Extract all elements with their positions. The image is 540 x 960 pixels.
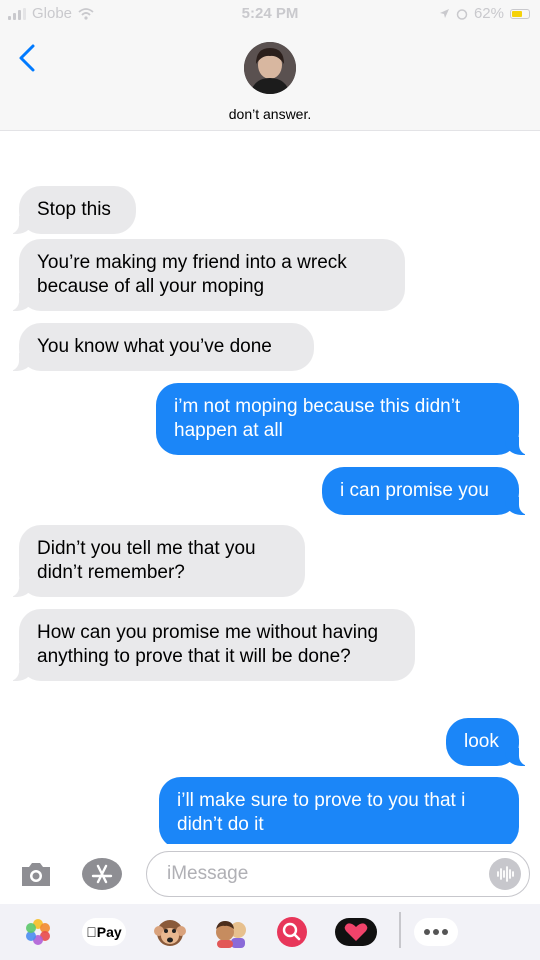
outgoing-message[interactable]: i’ll make sure to prove to you that i di… bbox=[159, 777, 519, 849]
drawer-divider bbox=[399, 912, 401, 948]
battery-icon bbox=[510, 8, 530, 19]
photos-icon[interactable] bbox=[16, 916, 60, 948]
compose-bar: iMessage bbox=[0, 844, 540, 904]
message-placeholder: iMessage bbox=[167, 863, 249, 884]
app-store-icon[interactable] bbox=[82, 858, 122, 890]
alarm-icon bbox=[456, 8, 468, 20]
incoming-message[interactable]: You know what you’ve done bbox=[5, 323, 314, 371]
contact-name[interactable]: don’t answer. bbox=[0, 106, 540, 122]
incoming-message[interactable]: Stop this bbox=[5, 186, 136, 234]
memoji-icon[interactable] bbox=[206, 916, 250, 948]
battery-percent: 62% bbox=[473, 5, 504, 22]
camera-icon[interactable] bbox=[19, 860, 53, 888]
apple-logo-icon:  bbox=[86, 924, 97, 940]
outgoing-message[interactable]: look bbox=[446, 718, 533, 766]
status-bar: Globe 5:24 PM 62% bbox=[0, 0, 540, 26]
contact-avatar[interactable] bbox=[244, 42, 296, 94]
message-input[interactable]: iMessage bbox=[146, 851, 530, 897]
back-chevron-icon[interactable] bbox=[16, 42, 40, 74]
digital-touch-icon[interactable] bbox=[334, 916, 378, 948]
audio-waveform-icon[interactable] bbox=[489, 858, 521, 890]
app-drawer: Pay bbox=[0, 904, 540, 960]
incoming-message[interactable]: How can you promise me without having an… bbox=[5, 609, 415, 681]
more-apps-icon[interactable] bbox=[414, 916, 458, 948]
incoming-message[interactable]: Didn’t you tell me that you didn’t remem… bbox=[5, 525, 305, 597]
web-images-search-icon[interactable] bbox=[270, 916, 314, 948]
animoji-icon[interactable] bbox=[148, 916, 192, 948]
outgoing-message[interactable]: i can promise you bbox=[322, 467, 533, 515]
outgoing-message[interactable]: i’m not moping because this didn’t happe… bbox=[156, 383, 533, 455]
apple-pay-button[interactable]: Pay bbox=[82, 916, 126, 948]
incoming-message[interactable]: You’re making my friend into a wreck bec… bbox=[5, 239, 405, 311]
location-icon bbox=[439, 9, 449, 18]
